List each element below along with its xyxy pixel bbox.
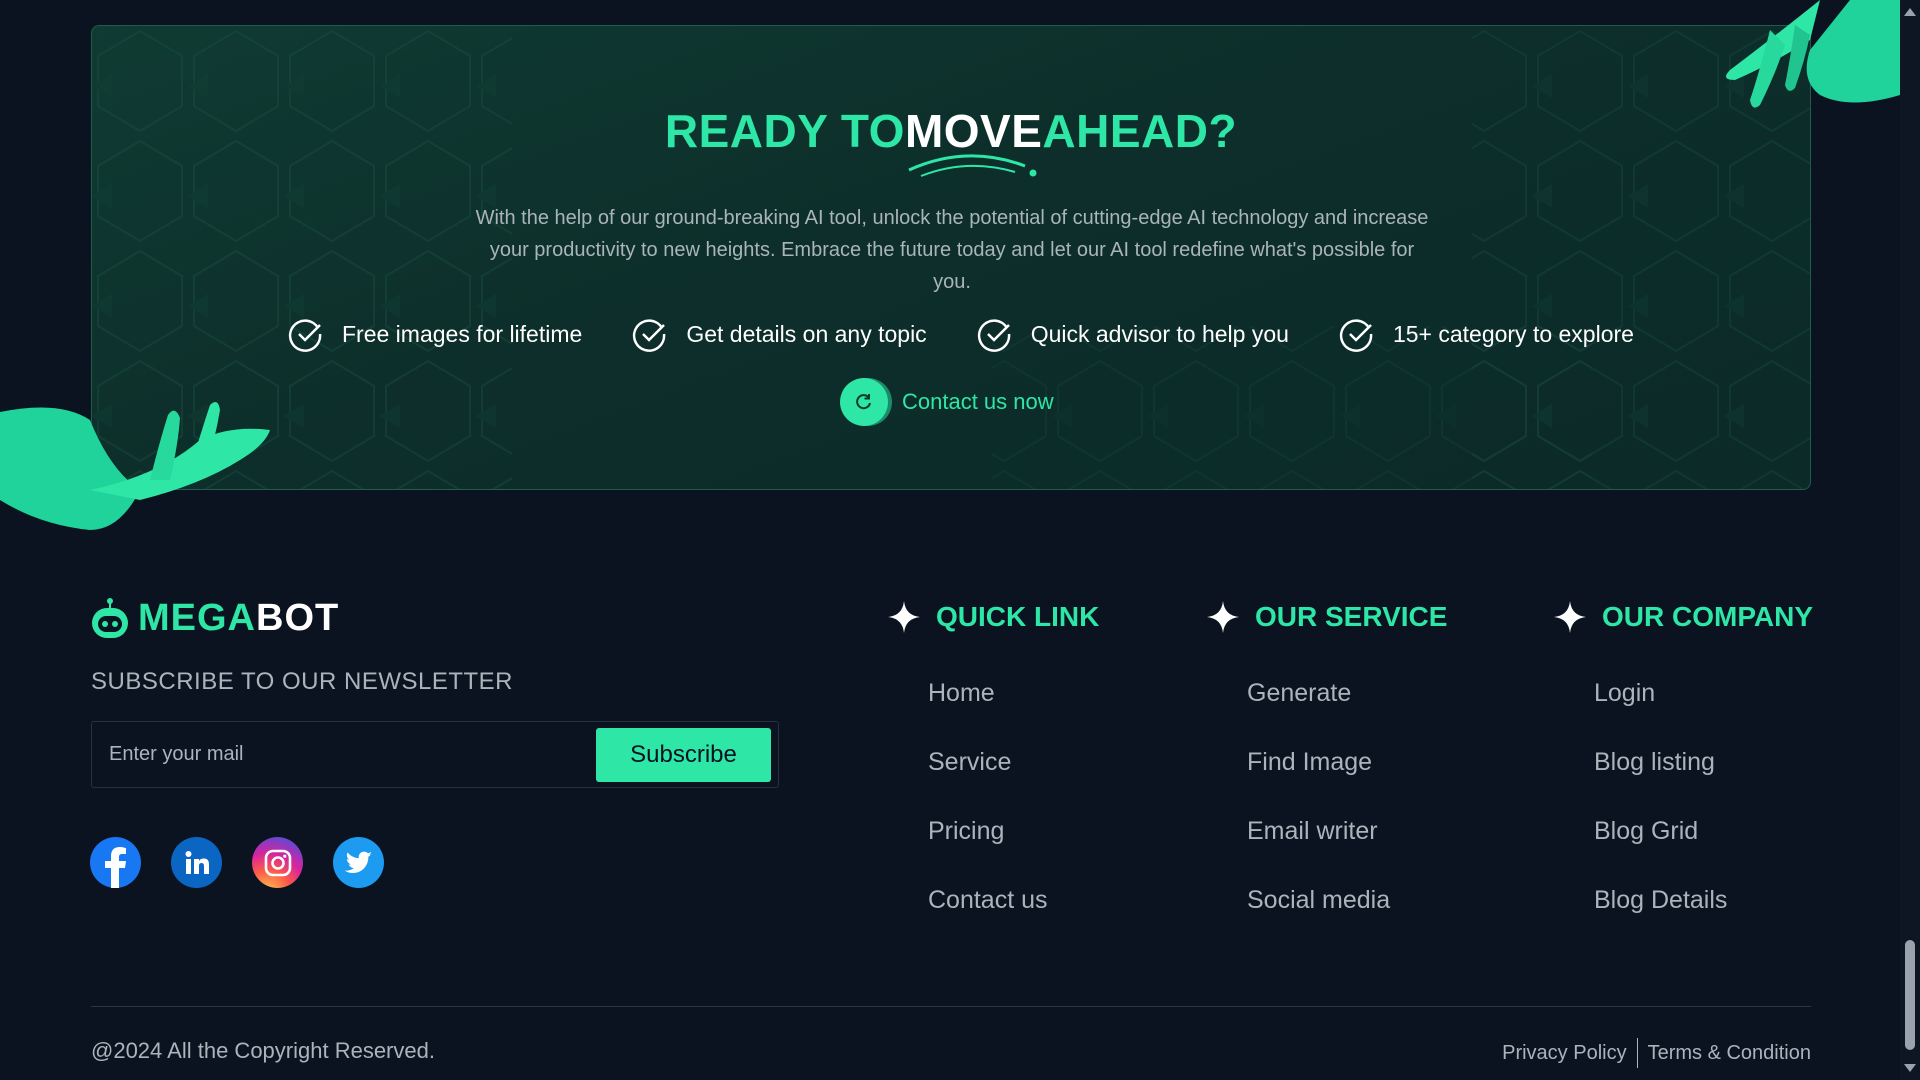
- refresh-icon: [840, 378, 888, 426]
- feature-item: Get details on any topic: [632, 316, 927, 352]
- footer-link-blog-listing[interactable]: Blog listing: [1594, 745, 1813, 814]
- contact-us-label: Contact us now: [902, 389, 1054, 414]
- footer-divider: [91, 1006, 1811, 1007]
- scroll-down-arrow-icon[interactable]: [1904, 1064, 1916, 1072]
- swoosh-decoration: [908, 154, 1037, 177]
- check-circle-icon: [633, 319, 666, 352]
- facebook-icon[interactable]: [90, 837, 141, 888]
- logo-text-bot: BOT: [256, 596, 340, 639]
- social-links: [90, 837, 414, 888]
- column-heading: OUR SERVICE: [1207, 600, 1447, 634]
- sparkle-icon: [1554, 601, 1586, 633]
- robot-hand-illustration: [0, 401, 270, 530]
- column-heading: QUICK LINK: [888, 600, 1099, 634]
- footer-link-login[interactable]: Login: [1594, 676, 1813, 745]
- check-circle-icon: [1339, 319, 1373, 352]
- quick-link-column: QUICK LINK Home Service Pricing Contact …: [888, 600, 1099, 952]
- check-circle-icon: [977, 319, 1010, 352]
- footer-link-blog-grid[interactable]: Blog Grid: [1594, 814, 1813, 883]
- sparkle-icon: [888, 601, 920, 633]
- feature-label: 15+ category to explore: [1392, 320, 1634, 347]
- column-title: OUR COMPANY: [1602, 601, 1814, 632]
- legal-separator: [1636, 1038, 1638, 1068]
- footer-link-social-media[interactable]: Social media: [1247, 883, 1447, 952]
- feature-label: Quick advisor to help you: [1030, 320, 1289, 347]
- feature-label: Get details on any topic: [686, 320, 927, 347]
- footer-link-contact-us[interactable]: Contact us: [928, 883, 1099, 952]
- legal-links: Privacy Policy Terms & Condition: [1502, 1038, 1811, 1068]
- column-title: QUICK LINK: [936, 601, 1100, 632]
- logo-text-mega: MEGA: [138, 596, 256, 639]
- footer-link-service[interactable]: Service: [928, 745, 1099, 814]
- footer-link-email-writer[interactable]: Email writer: [1247, 814, 1447, 883]
- our-company-column: OUR COMPANY Login Blog listing Blog Grid…: [1554, 600, 1813, 952]
- robot-logo-icon: [92, 598, 128, 638]
- check-circle-icon: [288, 319, 322, 352]
- cta-card: READY TOMOVEAHEAD? With the help of our …: [91, 25, 1811, 490]
- footer-link-pricing[interactable]: Pricing: [928, 814, 1099, 883]
- feature-item: Quick advisor to help you: [977, 316, 1289, 352]
- feature-item: Free images for lifetime: [288, 316, 582, 352]
- footer-link-blog-details[interactable]: Blog Details: [1594, 883, 1813, 952]
- newsletter-title: SUBSCRIBE TO OUR NEWSLETTER: [91, 668, 514, 695]
- privacy-policy-link[interactable]: Privacy Policy: [1502, 1042, 1626, 1065]
- column-title: OUR SERVICE: [1255, 601, 1448, 632]
- our-service-column: OUR SERVICE Generate Find Image Email wr…: [1207, 600, 1447, 952]
- footer-link-find-image[interactable]: Find Image: [1247, 745, 1447, 814]
- email-input[interactable]: [109, 722, 589, 787]
- footer-link-generate[interactable]: Generate: [1247, 676, 1447, 745]
- newsletter-form: Subscribe: [91, 721, 779, 788]
- terms-condition-link[interactable]: Terms & Condition: [1648, 1042, 1811, 1065]
- footer-link-home[interactable]: Home: [928, 676, 1099, 745]
- sparkle-icon: [1207, 601, 1239, 633]
- cta-title-part3: AHEAD?: [1042, 105, 1238, 157]
- feature-label: Free images for lifetime: [342, 320, 583, 347]
- copyright-text: @2024 All the Copyright Reserved.: [91, 1038, 435, 1063]
- cta-description: With the help of our ground-breaking AI …: [475, 207, 1429, 293]
- feature-list: Free images for lifetime Get details on …: [288, 316, 1684, 352]
- logo-text: MEGABOT: [138, 597, 339, 640]
- scrollbar-thumb[interactable]: [1905, 940, 1915, 1050]
- page-scrollbar[interactable]: [1900, 0, 1920, 1080]
- megabot-logo[interactable]: MEGABOT: [90, 596, 339, 640]
- robot-hand-illustration: [1726, 0, 1900, 108]
- instagram-icon[interactable]: [252, 837, 303, 888]
- subscribe-button[interactable]: Subscribe: [596, 728, 771, 782]
- scroll-up-arrow-icon[interactable]: [1904, 8, 1916, 16]
- cta-title-part1: READY TO: [664, 105, 905, 157]
- feature-item: 15+ category to explore: [1339, 316, 1634, 352]
- column-heading: OUR COMPANY: [1554, 600, 1813, 634]
- contact-us-button[interactable]: Contact us now: [840, 378, 1054, 426]
- linkedin-icon[interactable]: [171, 837, 222, 888]
- twitter-icon[interactable]: [333, 837, 384, 888]
